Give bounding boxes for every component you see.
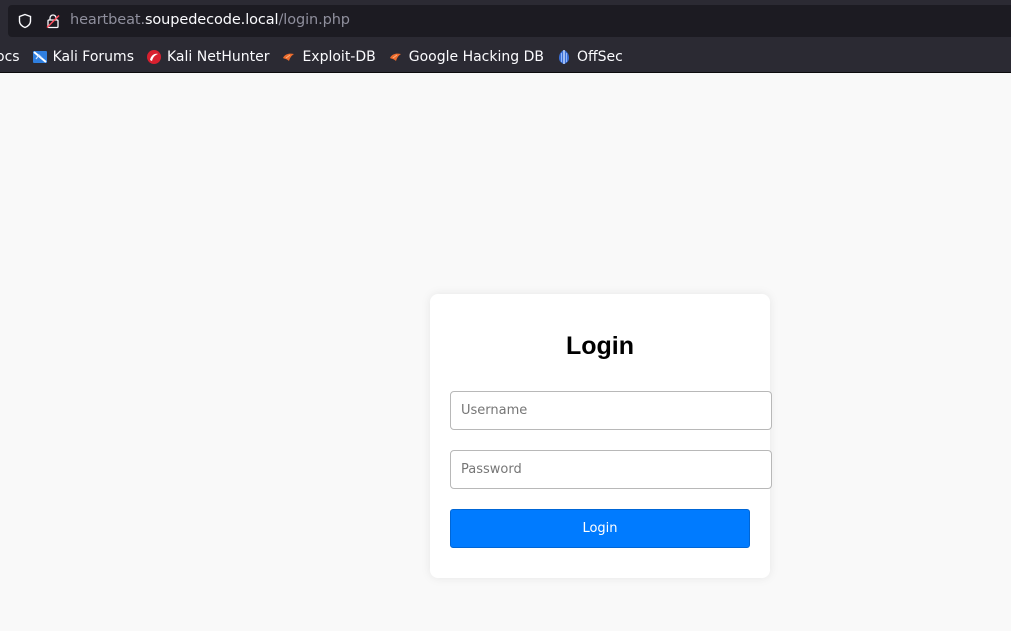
page-content: Login Login bbox=[0, 74, 1011, 631]
bookmark-kali-nethunter[interactable]: Kali NetHunter bbox=[146, 45, 269, 69]
password-input[interactable] bbox=[450, 450, 772, 489]
offsec-icon bbox=[556, 49, 572, 65]
bookmark-docs[interactable]: ocs bbox=[0, 45, 20, 69]
shield-icon[interactable] bbox=[16, 12, 34, 30]
url-text[interactable]: heartbeat.soupedecode.local/login.php bbox=[70, 12, 350, 28]
browser-chrome: heartbeat.soupedecode.local/login.php oc… bbox=[0, 0, 1011, 73]
bookmark-exploit-db[interactable]: Exploit-DB bbox=[281, 45, 376, 69]
login-title: Login bbox=[565, 332, 635, 360]
bookmark-offsec[interactable]: OffSec bbox=[556, 45, 623, 69]
insecure-lock-icon[interactable] bbox=[44, 12, 62, 30]
kali-nethunter-icon bbox=[146, 49, 162, 65]
kali-forums-icon bbox=[32, 49, 48, 65]
login-card: Login Login bbox=[430, 294, 772, 578]
address-bar[interactable]: heartbeat.soupedecode.local/login.php bbox=[8, 5, 1011, 37]
ghdb-icon bbox=[388, 49, 404, 65]
bookmark-kali-forums[interactable]: Kali Forums bbox=[32, 45, 134, 69]
exploit-db-icon bbox=[281, 49, 297, 65]
username-input[interactable] bbox=[450, 391, 772, 430]
bookmarks-toolbar: ocs Kali Forums Kali NetHunter Exploit-D… bbox=[0, 45, 1011, 69]
bookmark-google-hacking-db[interactable]: Google Hacking DB bbox=[388, 45, 544, 69]
login-button[interactable]: Login bbox=[450, 509, 750, 548]
